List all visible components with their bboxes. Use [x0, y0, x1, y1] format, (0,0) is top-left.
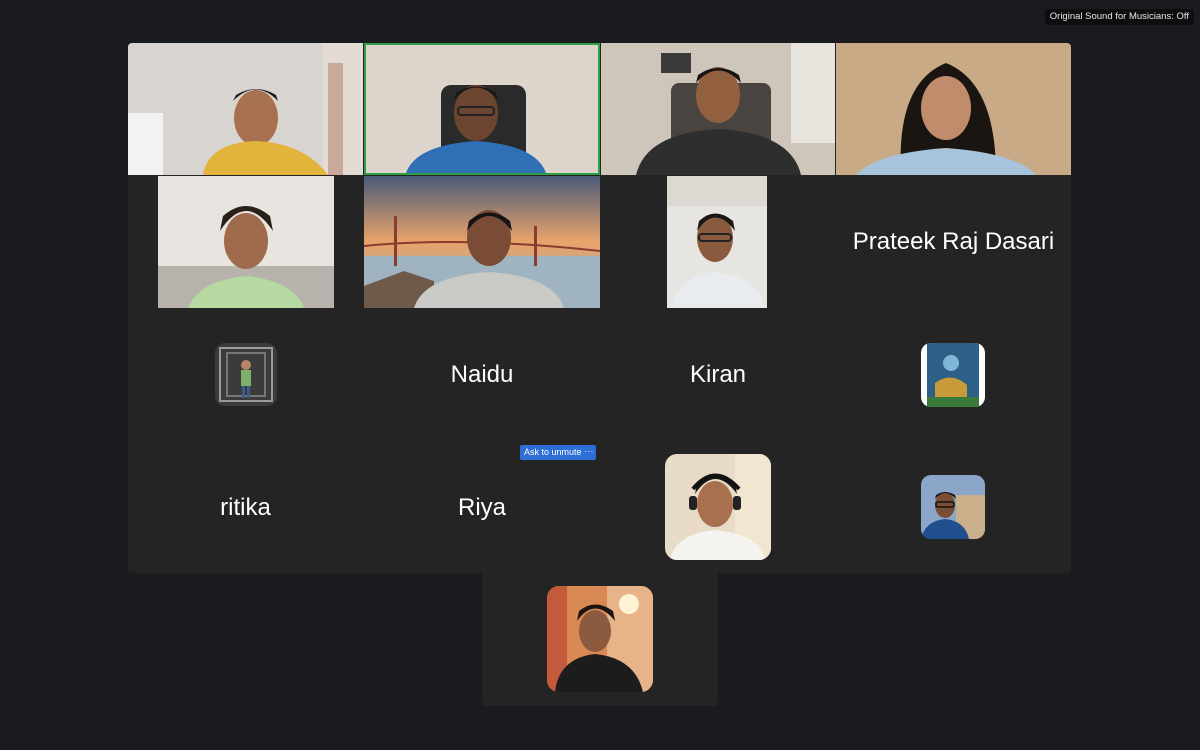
video-tile-active-speaker[interactable]: [364, 43, 600, 175]
participant-video: [667, 176, 767, 308]
participant-tile-ritika[interactable]: ritika: [128, 442, 363, 573]
participant-name: Riya: [457, 493, 506, 521]
participant-tile-prateek[interactable]: Prateek Raj Dasari: [836, 176, 1071, 308]
participant-tile-kiran[interactable]: Kiran: [601, 309, 835, 441]
avatar: [547, 586, 653, 692]
participant-name: Naidu: [450, 361, 514, 388]
video-tile[interactable]: [601, 176, 835, 308]
participant-name: Prateek Raj Dasari: [852, 228, 1055, 255]
video-tile[interactable]: [836, 43, 1071, 175]
video-gallery: Prateek Raj Dasari Naidu Kiran ritika Ri…: [128, 43, 1071, 573]
ask-to-unmute-button[interactable]: Ask to unmute: [520, 445, 586, 460]
participant-video: [601, 43, 835, 175]
participant-video: [158, 176, 334, 308]
video-tile[interactable]: [364, 176, 600, 308]
avatar: [215, 343, 277, 406]
participant-name: Kiran: [689, 361, 747, 388]
participant-tile-riya[interactable]: Riya: [364, 442, 600, 573]
avatar-tile[interactable]: [601, 442, 835, 573]
video-tile[interactable]: [601, 43, 835, 175]
avatar-tile[interactable]: [836, 442, 1071, 573]
video-tile[interactable]: [128, 176, 363, 308]
participant-video: [128, 43, 363, 175]
avatar-tile[interactable]: [836, 309, 1071, 441]
participant-video: [836, 43, 1071, 175]
original-sound-status[interactable]: Original Sound for Musicians: Off: [1044, 9, 1194, 25]
avatar: [665, 454, 771, 560]
avatar: [921, 475, 985, 539]
avatar: [921, 343, 985, 407]
participant-tile-naidu[interactable]: Naidu: [364, 309, 600, 441]
avatar-tile[interactable]: [482, 573, 718, 706]
avatar-tile[interactable]: [128, 309, 363, 441]
more-options-icon[interactable]: ···: [582, 445, 596, 460]
participant-name: ritika: [220, 493, 271, 521]
video-tile[interactable]: [128, 43, 363, 175]
participant-video: [366, 45, 598, 173]
participant-video: [364, 176, 600, 308]
